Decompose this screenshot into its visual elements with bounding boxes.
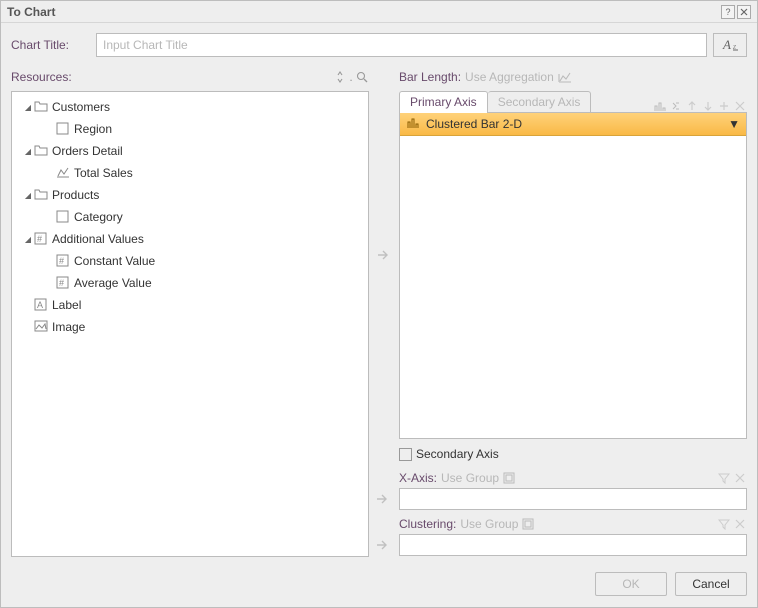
tree-item-label: Orders Detail	[52, 144, 123, 158]
tree-item-label: Label	[52, 298, 81, 312]
font-button[interactable]: A z	[713, 33, 747, 57]
field-icon	[56, 210, 70, 224]
chart-title-input[interactable]	[96, 33, 707, 57]
chevron-down-icon: ▼	[728, 117, 740, 131]
tree-item-label: Customers	[52, 100, 110, 114]
tree-item[interactable]: A Label	[16, 294, 368, 316]
add-to-chart-arrow[interactable]	[375, 247, 393, 263]
resources-label: Resources:	[11, 70, 331, 84]
to-chart-dialog: To Chart ? Chart Title: A z Resourc	[0, 0, 758, 608]
clustering-value: Use Group	[460, 517, 518, 531]
tree-item[interactable]: ◢ Orders Detail	[16, 140, 368, 162]
labelA-icon: A	[34, 298, 48, 312]
move-up-icon[interactable]	[685, 99, 699, 113]
tree-item[interactable]: Image	[16, 316, 368, 338]
expander-icon[interactable]: ◢	[22, 235, 34, 244]
chart-type-label: Clustered Bar 2-D	[426, 117, 522, 131]
search-icon[interactable]	[355, 70, 369, 84]
clear-icon[interactable]	[733, 517, 747, 531]
chart-title-label: Chart Title:	[11, 38, 96, 52]
bar-length-label: Bar Length:	[399, 70, 461, 84]
chart-type-list[interactable]: Clustered Bar 2-D ▼	[399, 112, 747, 440]
bar-length-value: Use Aggregation	[465, 70, 554, 84]
folder-icon	[34, 188, 48, 202]
image-icon	[34, 320, 48, 334]
filter-icon[interactable]	[717, 471, 731, 485]
tree-item[interactable]: Category	[16, 206, 368, 228]
secondary-axis-checkbox[interactable]: Secondary Axis	[399, 443, 747, 465]
svg-text:#: #	[37, 234, 42, 244]
tree-item-label: Category	[74, 210, 123, 224]
bar-chart-icon	[406, 117, 420, 131]
resources-panel: Resources: . ◢CustomersRegion◢Or	[11, 67, 369, 557]
svg-text:A: A	[37, 300, 43, 310]
svg-text:A: A	[722, 38, 731, 52]
x-axis-value: Use Group	[441, 471, 499, 485]
tree-item-label: Constant Value	[74, 254, 155, 268]
chart-type-icon[interactable]	[653, 99, 667, 113]
tree-item-label: Region	[74, 122, 112, 136]
folder-icon	[34, 100, 48, 114]
tree-item-label: Total Sales	[74, 166, 133, 180]
svg-text:#: #	[59, 256, 64, 266]
tree-item-label: Additional Values	[52, 232, 144, 246]
aggregation-icon[interactable]	[558, 71, 572, 83]
move-down-icon[interactable]	[701, 99, 715, 113]
cancel-button[interactable]: Cancel	[675, 572, 747, 596]
tree-item[interactable]: ◢ Customers	[16, 96, 368, 118]
secondary-axis-label: Secondary Axis	[416, 447, 499, 461]
chart-type-selected-row[interactable]: Clustered Bar 2-D ▼	[400, 113, 746, 136]
clustering-input[interactable]	[399, 534, 747, 556]
measure-icon	[56, 166, 70, 180]
checkbox-icon	[399, 448, 412, 461]
group-icon[interactable]	[503, 472, 515, 484]
tab-secondary-axis[interactable]: Secondary Axis	[488, 91, 592, 113]
tree-item-label: Average Value	[74, 276, 152, 290]
dialog-footer: OK Cancel	[1, 561, 757, 607]
tree-item[interactable]: Region	[16, 118, 368, 140]
add-icon[interactable]	[717, 99, 731, 113]
field-icon	[56, 122, 70, 136]
expander-icon[interactable]: ◢	[22, 103, 34, 112]
tree-item[interactable]: # Average Value	[16, 272, 368, 294]
clustering-add-arrow[interactable]	[374, 537, 394, 553]
close-button[interactable]	[737, 5, 751, 19]
tree-item[interactable]: Total Sales	[16, 162, 368, 184]
font-icon: A z	[721, 38, 739, 52]
x-axis-label: X-Axis:	[399, 471, 437, 485]
tab-primary-axis[interactable]: Primary Axis	[399, 91, 488, 113]
svg-text:#: #	[59, 278, 64, 288]
resources-tree[interactable]: ◢ Customers Region ◢ Orders Detail Total Sale…	[11, 91, 369, 557]
clear-icon[interactable]	[733, 471, 747, 485]
group-icon[interactable]	[522, 518, 534, 530]
settings-icon[interactable]	[669, 99, 683, 113]
tree-item[interactable]: ◢# Additional Values	[16, 228, 368, 250]
sort-icon[interactable]	[333, 70, 347, 84]
filter-icon[interactable]	[717, 517, 731, 531]
folder-icon	[34, 144, 48, 158]
window-title: To Chart	[7, 5, 719, 19]
ok-button[interactable]: OK	[595, 572, 667, 596]
chart-title-row: Chart Title: A z	[11, 33, 747, 57]
tree-item[interactable]: ◢ Products	[16, 184, 368, 206]
tree-item[interactable]: # Constant Value	[16, 250, 368, 272]
titlebar: To Chart ?	[1, 1, 757, 23]
chart-config-panel: Bar Length: Use Aggregation Primary Axis…	[399, 67, 747, 557]
numbox-icon: #	[56, 254, 70, 268]
x-axis-input[interactable]	[399, 488, 747, 510]
expander-icon[interactable]: ◢	[22, 147, 34, 156]
expander-icon[interactable]: ◢	[22, 191, 34, 200]
help-button[interactable]: ?	[721, 5, 735, 19]
clustering-label: Clustering:	[399, 517, 456, 531]
numbox-icon: #	[34, 232, 48, 246]
tree-item-label: Products	[52, 188, 99, 202]
numbox-icon: #	[56, 276, 70, 290]
x-axis-add-arrow[interactable]	[374, 491, 394, 507]
remove-icon[interactable]	[733, 99, 747, 113]
tree-item-label: Image	[52, 320, 85, 334]
